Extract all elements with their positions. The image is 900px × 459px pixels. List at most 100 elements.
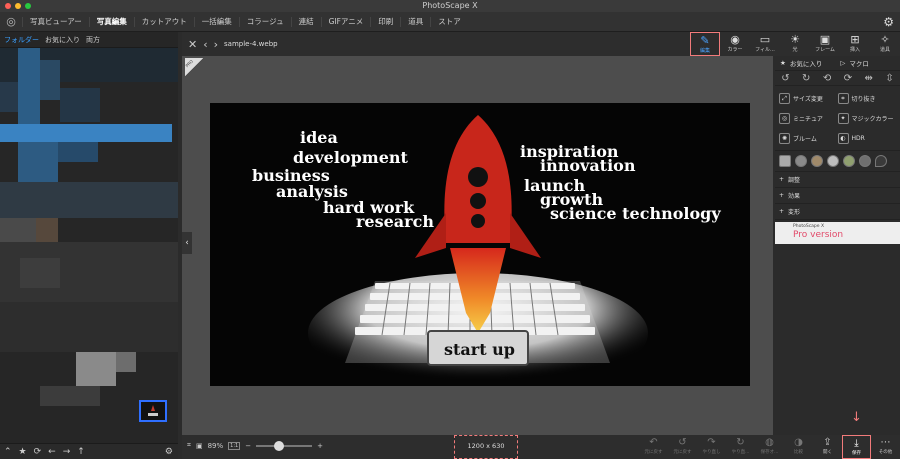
prev-image-icon[interactable]: ‹ bbox=[203, 38, 207, 51]
window-controls[interactable] bbox=[5, 3, 31, 9]
swatch-1[interactable] bbox=[795, 155, 807, 167]
thumbnail-grid[interactable] bbox=[0, 48, 178, 444]
zoom-in-icon[interactable]: + bbox=[317, 442, 323, 450]
tab-color[interactable]: ◉ カラー bbox=[720, 32, 750, 56]
undo-button[interactable]: ↶ 元に戻す bbox=[639, 435, 668, 459]
open-button[interactable]: ⇪ 開く bbox=[813, 435, 842, 459]
menu-photo-edit[interactable]: 写真編集 bbox=[88, 16, 134, 27]
up-arrow-icon[interactable]: ↑ bbox=[77, 447, 85, 457]
compare-button[interactable]: ◑ 比較 bbox=[784, 435, 813, 459]
swatch-5[interactable] bbox=[859, 155, 871, 167]
edit-icon: ✎ bbox=[700, 34, 710, 47]
forward-arrow-icon[interactable]: → bbox=[63, 447, 71, 457]
photoscape-logo-icon[interactable]: ◎ bbox=[0, 15, 22, 28]
tab-tools[interactable]: ✧ 道具 bbox=[870, 32, 900, 56]
back-arrow-icon[interactable]: ← bbox=[48, 447, 56, 457]
image-canvas[interactable]: idea development business analysis hard … bbox=[210, 103, 750, 386]
edit-tools-panel: ★ お気に入り ▷ マクロ ↺ ↻ ⟲ ⟳ ⇹ ⇳ ⤢ サイズ変更 ⌗ 切り抜き ◎… bbox=[775, 56, 900, 435]
browser-tabs: フォルダー お気に入り 両方 bbox=[0, 32, 178, 48]
redo-icon: ↷ bbox=[707, 437, 716, 448]
macro-play-icon[interactable]: ▷ bbox=[840, 59, 845, 67]
zoom-out-icon[interactable]: − bbox=[245, 442, 251, 450]
fit-screen-icon[interactable]: ⌗ bbox=[187, 441, 191, 450]
menu-batch-edit[interactable]: 一括編集 bbox=[193, 16, 239, 27]
swatch-3[interactable] bbox=[827, 155, 839, 167]
zoom-slider[interactable] bbox=[256, 440, 313, 451]
browser-panel: フォルダー お気に入り 両方 ⌃ ★ ⟳ ← → ↑ ⚙ bbox=[0, 32, 178, 459]
tab-edit[interactable]: ✎ 編集 bbox=[690, 32, 720, 56]
undo-all-button[interactable]: ↺ 元に戻す bbox=[668, 435, 697, 459]
star-icon[interactable]: ★ bbox=[19, 447, 27, 457]
redo-all-button[interactable]: ↻ やり直... bbox=[726, 435, 755, 459]
insert-icon: ⊞ bbox=[850, 33, 860, 46]
straighten-icon[interactable]: ⟳ bbox=[844, 73, 852, 84]
menu-print[interactable]: 印刷 bbox=[370, 16, 400, 27]
menu-store[interactable]: ストア bbox=[430, 16, 468, 27]
menu-cutout[interactable]: カットアウト bbox=[133, 16, 194, 27]
zoom-slider-thumb[interactable] bbox=[274, 440, 285, 451]
close-window-icon[interactable] bbox=[5, 3, 11, 9]
swatch-drop-icon[interactable] bbox=[875, 155, 887, 167]
tools-icon: ✧ bbox=[880, 33, 890, 46]
next-image-icon[interactable]: › bbox=[214, 38, 218, 51]
word-development: development bbox=[293, 148, 409, 167]
magic-color-tool[interactable]: ✦ マジックカラー bbox=[837, 108, 897, 128]
refresh-icon[interactable]: ⟳ bbox=[34, 447, 42, 457]
more-button[interactable]: ⋯ その他 bbox=[871, 435, 900, 459]
resize-tool[interactable]: ⤢ サイズ変更 bbox=[779, 88, 838, 108]
save-original-button[interactable]: ◍ 保存オ... bbox=[755, 435, 784, 459]
tab-film[interactable]: ▭ フィル... bbox=[750, 32, 780, 56]
tab-favorites[interactable]: お気に入り bbox=[45, 35, 80, 45]
menu-collage[interactable]: コラージュ bbox=[238, 16, 291, 27]
bloom-tool[interactable]: ✺ ブルーム bbox=[779, 128, 838, 148]
rotate-right-icon[interactable]: ↻ bbox=[802, 73, 810, 84]
word-start-up: start up bbox=[444, 340, 515, 359]
tab-light[interactable]: ☀ 光 bbox=[780, 32, 810, 56]
close-icon[interactable]: ✕ bbox=[188, 38, 197, 51]
flip-vertical-icon[interactable]: ⇳ bbox=[885, 73, 893, 84]
minimize-window-icon[interactable] bbox=[15, 3, 21, 9]
hdr-icon: ◐ bbox=[837, 132, 849, 144]
more-icon: ⋯ bbox=[880, 437, 891, 448]
collapse-arrow-icon[interactable]: ⌃ bbox=[4, 447, 12, 457]
maximize-window-icon[interactable] bbox=[25, 3, 31, 9]
zoom-1-to-1-button[interactable]: 1:1 bbox=[228, 441, 241, 450]
swatch-2[interactable] bbox=[811, 155, 823, 167]
collapse-left-panel-button[interactable]: ‹ bbox=[182, 232, 192, 254]
image-dimensions: 1200 x 630 bbox=[454, 435, 518, 459]
file-name: sample-4.webp bbox=[224, 40, 278, 48]
tab-folder[interactable]: フォルダー bbox=[4, 35, 39, 45]
word-science-technology: science technology bbox=[550, 204, 721, 223]
frame-icon: ▣ bbox=[819, 33, 831, 46]
rotate-left-icon[interactable]: ↺ bbox=[781, 73, 789, 84]
menu-tools[interactable]: 道具 bbox=[400, 16, 430, 27]
flip-horizontal-icon[interactable]: ⇹ bbox=[865, 73, 873, 84]
browser-settings-icon[interactable]: ⚙ bbox=[165, 447, 173, 457]
tab-insert[interactable]: ⊞ 挿入 bbox=[840, 32, 870, 56]
expand-plus-icon: + bbox=[779, 192, 785, 199]
tab-frame[interactable]: ▣ フレーム bbox=[810, 32, 840, 56]
miniature-tool[interactable]: ◎ ミニチュア bbox=[779, 108, 838, 128]
macro-button[interactable]: マクロ bbox=[849, 58, 869, 68]
crop-tool[interactable]: ⌗ 切り抜き bbox=[837, 88, 897, 108]
menu-photo-viewer[interactable]: 写真ビューアー bbox=[22, 16, 89, 27]
section-effects[interactable]: + 効果 bbox=[775, 188, 900, 204]
section-transform[interactable]: + 変形 bbox=[775, 204, 900, 220]
selected-thumbnail[interactable] bbox=[139, 400, 167, 422]
hdr-tool[interactable]: ◐ HDR bbox=[837, 128, 897, 148]
bottom-status-bar: ⌗ ▣ 89% 1:1 − + 1200 x 630 ↶ 元に戻す ↺ 元に戻す ↷… bbox=[182, 435, 900, 459]
save-button[interactable]: ⤓ 保存 bbox=[842, 435, 871, 459]
settings-gear-icon[interactable]: ⚙ bbox=[883, 15, 894, 29]
split-view-icon[interactable]: ▣ bbox=[196, 442, 203, 450]
menu-gif-animation[interactable]: GIFアニメ bbox=[320, 16, 371, 27]
favorites-star-icon[interactable]: ★ bbox=[780, 59, 786, 67]
swatch-list-icon[interactable] bbox=[779, 155, 791, 167]
redo-button[interactable]: ↷ やり直し bbox=[697, 435, 726, 459]
section-adjust[interactable]: + 調整 bbox=[775, 172, 900, 188]
pro-version-banner[interactable]: PhotoScape X Pro version bbox=[775, 222, 900, 244]
tab-both[interactable]: 両方 bbox=[86, 35, 100, 45]
rotate-free-icon[interactable]: ⟲ bbox=[823, 73, 831, 84]
favorites-button[interactable]: お気に入り bbox=[790, 58, 823, 68]
menu-combine[interactable]: 連結 bbox=[290, 16, 321, 27]
swatch-4[interactable] bbox=[843, 155, 855, 167]
